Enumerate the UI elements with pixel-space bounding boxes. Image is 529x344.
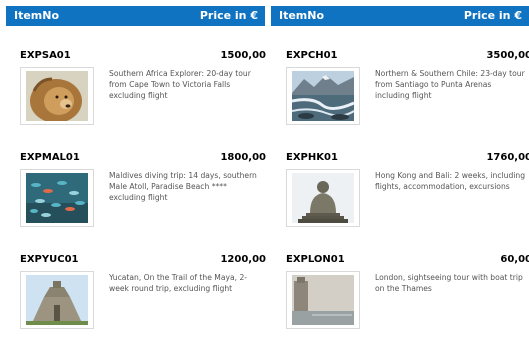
product-item: EXPLON01 60,00 London, sightseeing tour …: [286, 254, 529, 344]
product-item: EXPHK01 1760,00 Hong Kong and Bali: 2 we…: [286, 152, 529, 242]
buddha-photo[interactable]: [286, 169, 360, 227]
column-header-price: Price in €: [199, 9, 258, 22]
product-item: EXPYUC01 1200,00 Yucatan, On the Trail o…: [20, 254, 266, 344]
product-price: 1800,00: [220, 152, 266, 163]
pyramid-photo[interactable]: [20, 271, 94, 329]
product-price: 60,00: [500, 254, 529, 265]
thames-photo[interactable]: [286, 271, 360, 329]
product-price: 1500,00: [220, 50, 266, 61]
column-header-price: Price in €: [463, 9, 522, 22]
table-header-left: ItemNo Price in €: [6, 6, 265, 26]
product-item: EXPCH01 3500,00 Northern & Southern Chil…: [286, 50, 529, 140]
fish-photo[interactable]: [20, 169, 94, 227]
table-header-right: ItemNo Price in €: [271, 6, 529, 26]
product-description: Hong Kong and Bali: 2 weeks, including f…: [375, 171, 526, 191]
product-description: Northern & Southern Chile: 23-day tour f…: [375, 69, 525, 100]
product-code: EXPHK01: [286, 152, 338, 163]
river-photo[interactable]: [286, 67, 360, 125]
product-code: EXPCH01: [286, 50, 338, 61]
product-price: 1200,00: [220, 254, 266, 265]
product-item: EXPSA01 1500,00 Southern Africa Explorer…: [20, 50, 266, 140]
lion-photo[interactable]: [20, 67, 94, 125]
product-code: EXPLON01: [286, 254, 345, 265]
product-description: London, sightseeing tour with boat trip …: [375, 273, 523, 293]
product-item: EXPMAL01 1800,00 Maldives diving trip: 1…: [20, 152, 266, 242]
product-description: Yucatan, On the Trail of the Maya, 2-wee…: [109, 273, 248, 293]
product-code: EXPYUC01: [20, 254, 79, 265]
column-header-itemno: ItemNo: [14, 9, 60, 22]
product-price: 1760,00: [486, 152, 529, 163]
product-price: 3500,00: [486, 50, 529, 61]
product-code: EXPSA01: [20, 50, 71, 61]
product-description: Maldives diving trip: 14 days, southern …: [109, 171, 257, 202]
product-description: Southern Africa Explorer: 20-day tour fr…: [109, 69, 251, 100]
column-header-itemno: ItemNo: [279, 9, 325, 22]
product-code: EXPMAL01: [20, 152, 80, 163]
